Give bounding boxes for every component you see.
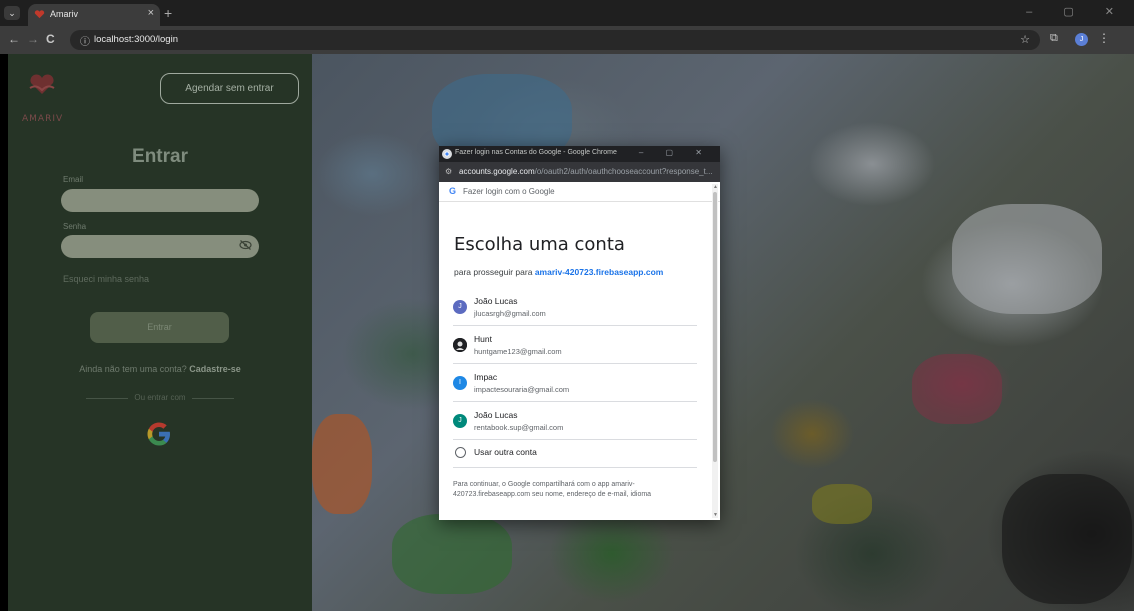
tab-title: Amariv [50, 9, 79, 19]
amariv-logo: AMARIV [22, 74, 70, 124]
account-email: impactesouraria@gmail.com [474, 385, 570, 394]
divider-line-right [192, 398, 234, 399]
chrome-icon [442, 149, 452, 159]
browser-address-bar: ← → C ⓘ localhost:3000/login ☆ ⧉ J ⋮ [0, 26, 1134, 54]
reload-icon[interactable]: C [46, 32, 55, 46]
scroll-down-icon[interactable]: ▼ [713, 512, 718, 518]
continue-to-text: para prosseguir para amariv-420723.fireb… [454, 267, 663, 277]
account-name: Hunt [474, 334, 492, 344]
login-button[interactable]: Entrar [90, 312, 229, 343]
account-email: jlucasrgh@gmail.com [474, 309, 546, 318]
logo-text: AMARIV [22, 114, 64, 124]
amariv-favicon-icon [34, 10, 45, 19]
background-blob [812, 484, 872, 524]
scrollbar-thumb[interactable] [713, 192, 717, 462]
use-another-account-button[interactable]: Usar outra conta [453, 438, 697, 468]
tab-close-icon[interactable]: × [148, 7, 154, 19]
page-content: AMARIV Agendar sem entrar Entrar Email S… [0, 54, 1134, 611]
signup-link[interactable]: Cadastre-se [189, 364, 241, 374]
popup-body: G Fazer login com o Google Escolha uma c… [439, 182, 720, 520]
popup-url-bar: ⚙ accounts.google.com/o/oauth2/auth/oaut… [439, 162, 720, 182]
account-item[interactable]: J João Lucas jlucasrgh@gmail.com [453, 288, 697, 326]
email-label: Email [63, 175, 84, 184]
extensions-icon[interactable]: ⧉ [1050, 32, 1058, 45]
back-icon[interactable]: ← [8, 32, 20, 46]
popup-title-bar: Fazer login nas Contas do Google - Googl… [439, 146, 720, 162]
account-email: rentabook.sup@gmail.com [474, 423, 564, 432]
site-settings-icon[interactable]: ⚙ [445, 167, 452, 176]
profile-avatar[interactable]: J [1075, 33, 1088, 46]
popup-url-path: /o/oauth2/auth/oauthchooseaccount?respon… [534, 167, 713, 176]
background-blob [392, 514, 512, 594]
url-text: localhost:3000/login [94, 34, 178, 45]
use-another-account-label: Usar outra conta [474, 447, 537, 457]
popup-scrollbar[interactable] [712, 184, 718, 518]
continue-app-link[interactable]: amariv-420723.firebaseapp.com [535, 267, 664, 277]
popup-url-host: accounts.google.com [459, 167, 535, 176]
browser-tab[interactable]: Amariv × [28, 4, 160, 26]
browser-tab-bar: ⌄ Amariv × + – ▢ ✕ [0, 0, 1134, 26]
email-field[interactable] [61, 189, 259, 212]
account-name: João Lucas [474, 296, 518, 306]
password-label: Senha [63, 222, 87, 231]
site-info-icon[interactable]: ⓘ [80, 33, 90, 48]
account-name: João Lucas [474, 410, 518, 420]
background-blob [1002, 474, 1132, 604]
avatar: J [453, 300, 467, 314]
window-controls[interactable]: – ▢ ✕ [1026, 5, 1128, 18]
signup-prompt-text: Ainda não tem uma conta? [79, 364, 187, 374]
scroll-up-icon[interactable]: ▲ [713, 184, 718, 190]
forgot-password-link[interactable]: Esqueci minha senha [63, 274, 149, 284]
heart-hands-logo-icon [29, 74, 55, 94]
consent-footer-text: Para continuar, o Google compartilhará c… [453, 481, 652, 498]
forward-icon[interactable]: → [27, 32, 39, 46]
avatar: J [453, 414, 467, 428]
account-name: Impac [474, 372, 498, 382]
url-field[interactable]: ⓘ localhost:3000/login ☆ [70, 30, 1040, 50]
account-email: huntgame123@gmail.com [474, 347, 562, 356]
login-panel: AMARIV Agendar sem entrar Entrar Email S… [8, 54, 312, 611]
background-blob [312, 414, 372, 514]
page-title: Entrar [132, 146, 188, 167]
browser-menu-icon[interactable]: ⋮ [1098, 31, 1110, 45]
new-tab-button[interactable]: + [164, 5, 172, 21]
eye-off-icon[interactable] [239, 240, 252, 250]
schedule-without-login-button[interactable]: Agendar sem entrar [160, 73, 299, 104]
tab-search-button[interactable]: ⌄ [4, 6, 20, 20]
avatar: I [453, 376, 467, 390]
account-circle-icon [455, 447, 466, 458]
popup-url-text: accounts.google.com/o/oauth2/auth/oauthc… [459, 167, 714, 176]
google-signin-header-text: Fazer login com o Google [463, 187, 555, 196]
background-blob [952, 204, 1102, 314]
google-signin-popup: Fazer login nas Contas do Google - Googl… [439, 146, 720, 520]
popup-window-title: Fazer login nas Contas do Google - Googl… [455, 149, 617, 156]
google-signin-header: G Fazer login com o Google [439, 182, 720, 202]
password-field[interactable] [61, 235, 259, 258]
signup-prompt: Ainda não tem uma conta? Cadastre-se [8, 364, 312, 374]
bookmark-star-icon[interactable]: ☆ [1020, 33, 1030, 46]
or-divider-text: Ou entrar com [134, 393, 186, 402]
background-blob [912, 354, 1002, 424]
popup-window-controls[interactable]: – ▢ ✕ [639, 148, 712, 157]
google-g-icon: G [449, 186, 457, 196]
account-item[interactable]: Hunt huntgame123@gmail.com [453, 326, 697, 364]
choose-account-title: Escolha uma conta [454, 234, 625, 255]
continue-prefix: para prosseguir para [454, 267, 533, 277]
account-item[interactable]: J João Lucas rentabook.sup@gmail.com [453, 402, 697, 440]
hunt-avatar-icon [453, 338, 467, 352]
avatar [453, 338, 467, 352]
account-item[interactable]: I Impac impactesouraria@gmail.com [453, 364, 697, 402]
background-photo [312, 54, 1134, 611]
google-login-icon[interactable] [145, 420, 173, 448]
